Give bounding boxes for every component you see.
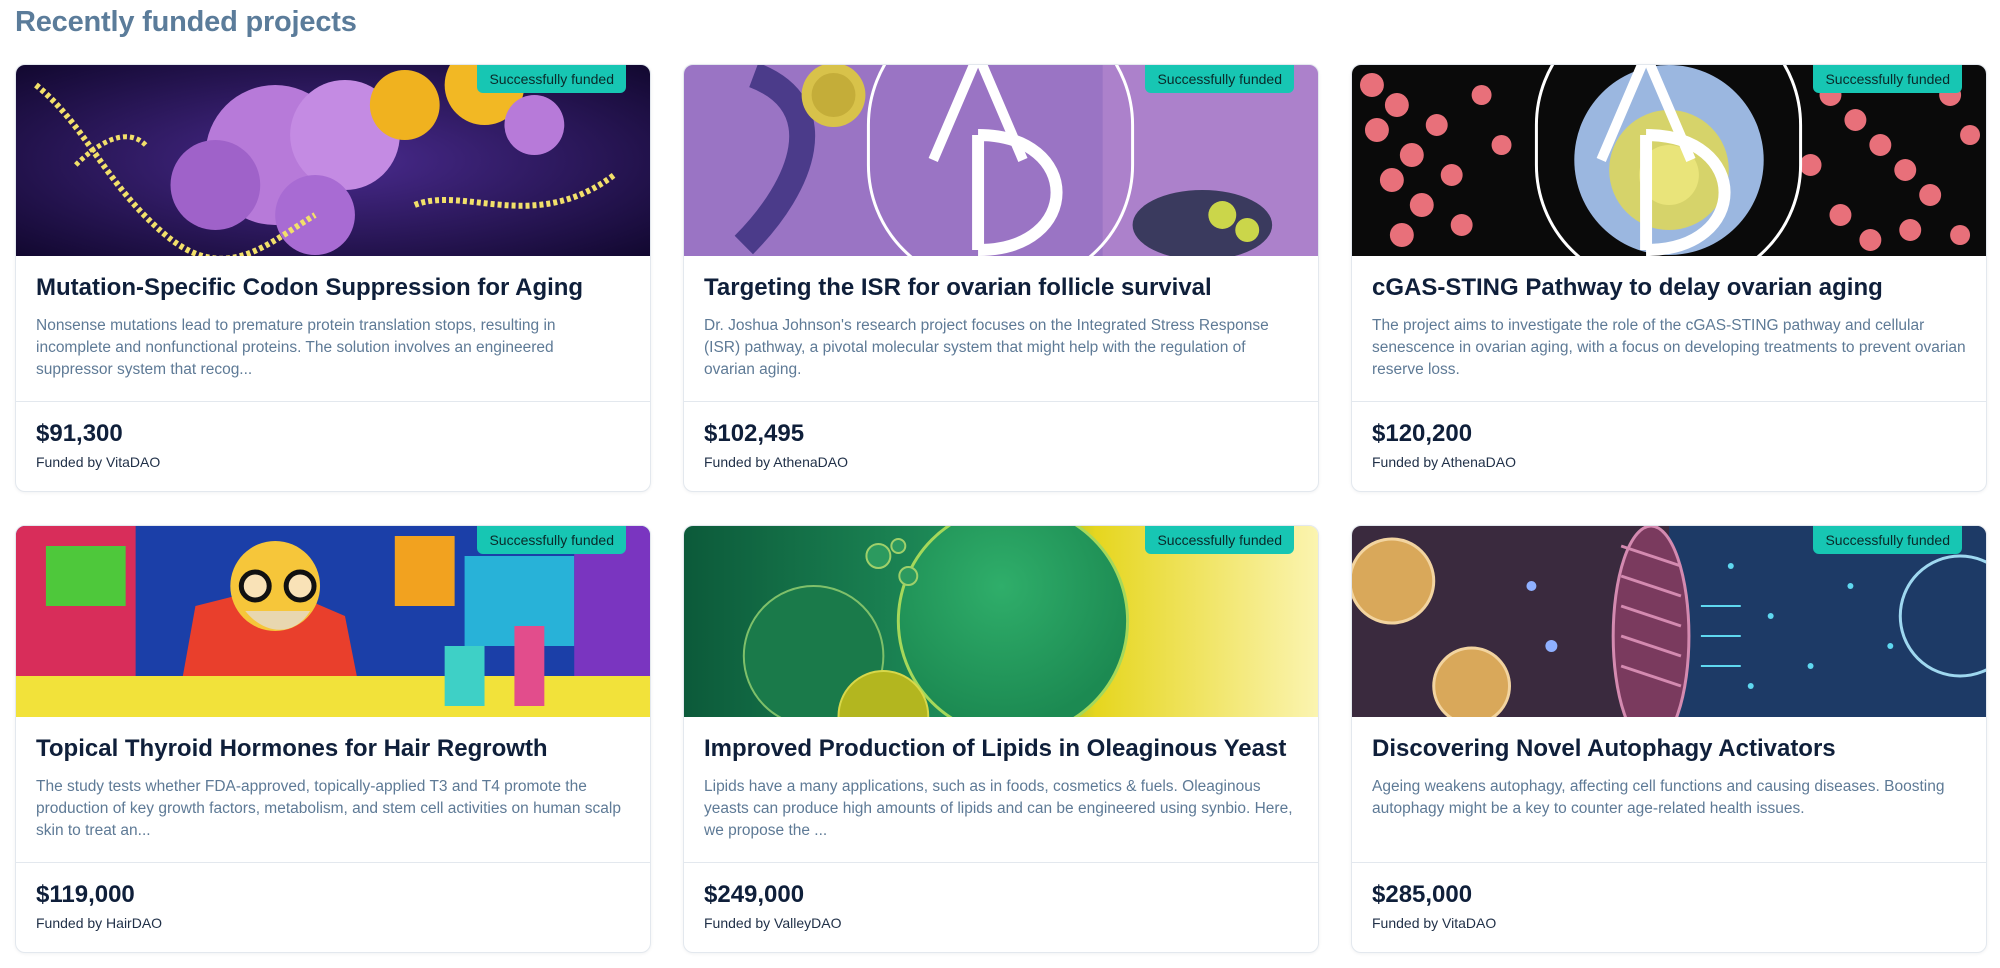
mitochondria-image: Successfully funded	[1352, 526, 1986, 717]
project-title[interactable]: Targeting the ISR for ovarian follicle s…	[704, 273, 1298, 303]
funder-label: Funded by VitaDAO	[1372, 915, 1497, 931]
funded-amount: $102,495	[704, 420, 805, 447]
project-card[interactable]: Successfully funded Mutation-Specific Co…	[15, 64, 651, 492]
project-title[interactable]: Topical Thyroid Hormones for Hair Regrow…	[36, 734, 630, 764]
project-card[interactable]: Successfully funded Topical Thyroid Horm…	[15, 525, 651, 953]
project-card[interactable]: Successfully funded cGAS-STING Pathway t…	[1351, 64, 1987, 492]
funded-amount: $119,000	[36, 881, 135, 908]
status-badge: Successfully funded	[477, 526, 626, 554]
funded-amount: $249,000	[704, 881, 805, 908]
funder-label: Funded by AthenaDAO	[1372, 454, 1516, 470]
athenadao-cells-image: Successfully funded	[1352, 65, 1986, 256]
project-title[interactable]: cGAS-STING Pathway to delay ovarian agin…	[1372, 273, 1966, 303]
athenadao-follicle-image: Successfully funded	[684, 65, 1318, 256]
funder-label: Funded by AthenaDAO	[704, 454, 848, 470]
project-description: Lipids have a many applications, such as…	[704, 778, 1293, 839]
funder-label: Funded by HairDAO	[36, 915, 163, 931]
project-title[interactable]: Improved Production of Lipids in Oleagin…	[704, 734, 1298, 764]
project-grid: Successfully funded Mutation-Specific Co…	[15, 64, 1987, 953]
project-description: Dr. Joshua Johnson's research project fo…	[704, 317, 1269, 378]
funder-label: Funded by ValleyDAO	[704, 915, 842, 931]
project-description: Nonsense mutations lead to premature pro…	[36, 317, 556, 378]
status-badge: Successfully funded	[1813, 526, 1962, 554]
page-title: Recently funded projects	[15, 6, 357, 38]
status-badge: Successfully funded	[1145, 526, 1294, 554]
funded-amount: $120,200	[1372, 420, 1473, 447]
project-description: Ageing weakens autophagy, affecting cell…	[1372, 778, 1945, 817]
project-title[interactable]: Mutation-Specific Codon Suppression for …	[36, 273, 630, 303]
funder-label: Funded by VitaDAO	[36, 454, 161, 470]
project-card[interactable]: Successfully funded Targeting the ISR fo…	[683, 64, 1319, 492]
project-description: The study tests whether FDA-approved, to…	[36, 778, 621, 839]
protein-structure-image: Successfully funded	[16, 65, 650, 256]
project-title[interactable]: Discovering Novel Autophagy Activators	[1372, 734, 1966, 764]
status-badge: Successfully funded	[1813, 65, 1962, 93]
psychedelic-scientist-image: Successfully funded	[16, 526, 650, 717]
project-card[interactable]: Successfully funded Discovering Novel Au…	[1351, 525, 1987, 953]
project-description: The project aims to investigate the role…	[1372, 317, 1966, 378]
funded-amount: $285,000	[1372, 881, 1473, 908]
lipid-bubbles-image: Successfully funded	[684, 526, 1318, 717]
status-badge: Successfully funded	[1145, 65, 1294, 93]
project-card[interactable]: Successfully funded Improved Production …	[683, 525, 1319, 953]
status-badge: Successfully funded	[477, 65, 626, 93]
funded-amount: $91,300	[36, 420, 123, 447]
